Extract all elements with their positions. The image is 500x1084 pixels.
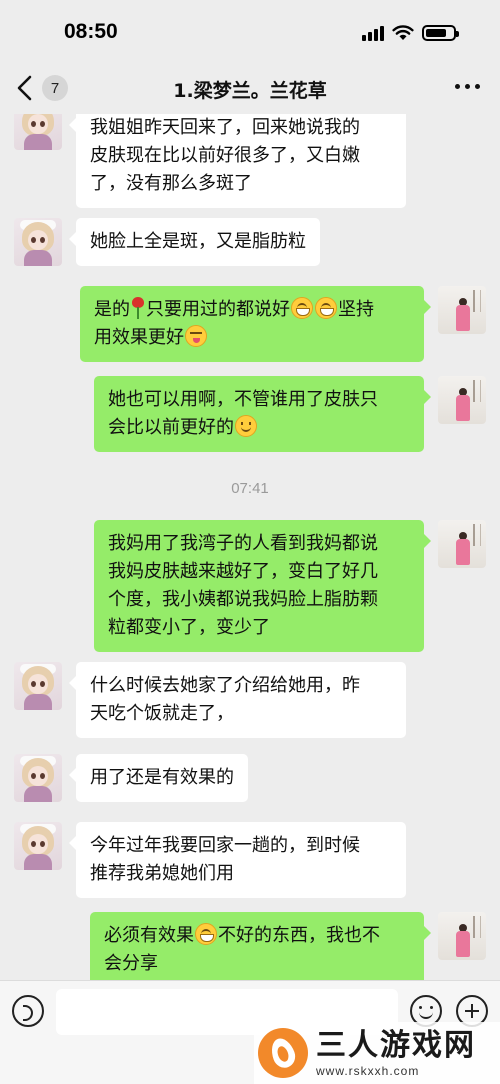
watermark: 三人游戏网 www.rskxxh.com [254, 1022, 500, 1084]
message-bubble[interactable]: 用了还是有效果的 [69, 754, 248, 802]
signal-icon [362, 25, 384, 41]
status-time: 08:50 [64, 20, 118, 43]
message-text: 用了还是有效果的 [90, 767, 234, 788]
message-text: 她也可以用啊，不管谁用了皮肤只 [108, 389, 378, 410]
battery-icon [422, 25, 459, 41]
avatar[interactable] [438, 520, 486, 568]
nav-bar: 7 1.梁梦兰。兰花草 [0, 64, 500, 114]
more-dots-icon[interactable] [455, 84, 480, 89]
message-bubble[interactable]: 是的 只要用过的都说好 坚持 用效果更好 [80, 286, 431, 362]
message-text: 我妈皮肤越来越好了，变白了好几 [108, 561, 378, 582]
status-icons [362, 24, 459, 41]
chat-title: 1.梁梦兰。兰花草 [173, 80, 327, 102]
avatar[interactable] [14, 114, 62, 150]
message-text: 我妈用了我湾子的人看到我妈都说 [108, 533, 378, 554]
avatar[interactable] [14, 218, 62, 266]
message-bubble[interactable]: 我妈用了我湾子的人看到我妈都说 我妈皮肤越来越好了，变白了好几 个度，我小姨都说… [94, 520, 431, 652]
avatar[interactable] [438, 286, 486, 334]
avatar[interactable] [14, 754, 62, 802]
grin-emoji-icon [315, 297, 337, 319]
rose-emoji-icon [131, 297, 145, 319]
status-bar: 08:50 [0, 0, 500, 64]
watermark-logo-icon [258, 1028, 308, 1078]
message-text: 了，没有那么多斑了 [90, 173, 252, 194]
message-text: 什么时候去她家了介绍给她用，昨 [90, 675, 360, 696]
message-text: 会分享 [104, 953, 158, 974]
message-text: 皮肤现在比以前好很多了，又白嫩 [90, 145, 360, 166]
chat-area[interactable]: 我姐姐昨天回来了，回来她说我的 皮肤现在比以前好很多了，又白嫩 了，没有那么多斑… [0, 114, 500, 980]
message-bubble[interactable]: 我姐姐昨天回来了，回来她说我的 皮肤现在比以前好很多了，又白嫩 了，没有那么多斑… [69, 114, 406, 208]
watermark-title: 三人游戏网 [316, 1028, 476, 1063]
message-bubble[interactable]: 她也可以用啊，不管谁用了皮肤只 会比以前更好的 [94, 376, 431, 452]
avatar[interactable] [14, 662, 62, 710]
message-text: 她脸上全是斑，又是脂肪粒 [90, 231, 306, 252]
message-text: 用效果更好 [94, 327, 184, 348]
message-text: 今年过年我要回家一趟的，到时候 [90, 835, 360, 856]
message-bubble[interactable]: 必须有效果 不好的东西，我也不 会分享 [90, 912, 431, 980]
message-timestamp: 07:41 [231, 480, 269, 497]
avatar[interactable] [438, 376, 486, 424]
wifi-icon [392, 25, 414, 40]
voice-icon[interactable] [12, 995, 44, 1027]
watermark-url: www.rskxxh.com [316, 1064, 420, 1078]
wink-emoji-icon [185, 325, 207, 347]
message-text: 天吃个饭就走了， [90, 703, 234, 724]
message-text: 是的 [94, 299, 130, 320]
message-text: 我姐姐昨天回来了，回来她说我的 [90, 117, 360, 138]
message-text: 粒都变小了，变少了 [108, 617, 270, 638]
smile-emoji-icon [235, 415, 257, 437]
message-bubble[interactable]: 什么时候去她家了介绍给她用，昨 天吃个饭就走了， [69, 662, 406, 738]
message-text: 个度，我小姨都说我妈脸上脂肪颗 [108, 589, 378, 610]
message-text: 会比以前更好的 [108, 417, 234, 438]
avatar[interactable] [438, 912, 486, 960]
message-text: 坚持 [338, 299, 374, 320]
message-bubble[interactable]: 今年过年我要回家一趟的，到时候 推荐我弟媳她们用 [69, 822, 406, 898]
message-text: 只要用过的都说好 [146, 299, 290, 320]
grin-emoji-icon [291, 297, 313, 319]
message-text: 推荐我弟媳她们用 [90, 863, 234, 884]
message-bubble[interactable]: 她脸上全是斑，又是脂肪粒 [69, 218, 320, 266]
grin-emoji-icon [195, 923, 217, 945]
message-text: 不好的东西，我也不 [218, 925, 380, 946]
message-text: 必须有效果 [104, 925, 194, 946]
avatar[interactable] [14, 822, 62, 870]
